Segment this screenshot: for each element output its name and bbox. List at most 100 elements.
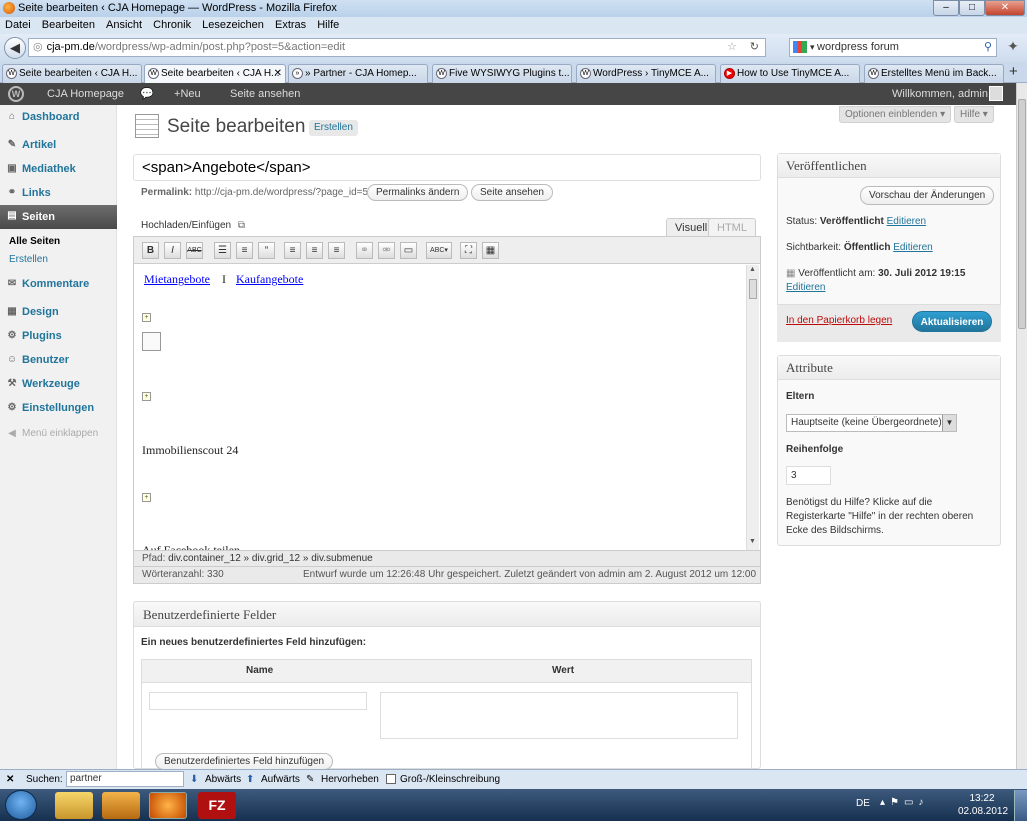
italic-icon[interactable]: I bbox=[164, 242, 181, 259]
custom-field-name-input[interactable] bbox=[149, 692, 367, 710]
back-button[interactable]: ◀ bbox=[4, 37, 26, 59]
search-bar[interactable]: ▾ wordpress forum ⚲ bbox=[789, 38, 997, 57]
filezilla-taskbar-icon[interactable]: FZ bbox=[198, 792, 236, 819]
bookmark-star-icon[interactable]: ☆ bbox=[727, 39, 737, 56]
add-new-button[interactable]: Erstellen bbox=[309, 120, 358, 136]
blockquote-icon[interactable]: “ bbox=[258, 242, 275, 259]
change-permalink-button[interactable]: Permalinks ändern bbox=[367, 184, 469, 201]
close-findbar-icon[interactable]: ✕ bbox=[6, 770, 14, 789]
edit-status-link[interactable]: Editieren bbox=[887, 216, 926, 227]
spellcheck-icon[interactable]: ABC▾ bbox=[426, 242, 452, 259]
add-custom-field-button[interactable]: Benutzerdefiniertes Feld hinzufügen bbox=[155, 753, 334, 770]
arrow-up-icon[interactable]: ⬆ bbox=[246, 770, 254, 789]
tab-6[interactable]: ▶ How to Use TinyMCE A... bbox=[720, 64, 860, 83]
bold-icon[interactable]: B bbox=[142, 242, 159, 259]
strikethrough-icon[interactable]: ABC bbox=[186, 242, 203, 259]
tray-icons[interactable]: ▴⚑▭♪ bbox=[880, 797, 928, 808]
collapse-menu-button[interactable]: ◀ Menü einklappen bbox=[0, 423, 117, 445]
menu-edit[interactable]: Bearbeiten bbox=[42, 17, 95, 34]
edit-date-link[interactable]: Editieren bbox=[786, 282, 825, 293]
new-tab-button[interactable]: + bbox=[1009, 63, 1018, 80]
close-tab-icon[interactable]: ✕ bbox=[274, 65, 282, 82]
sidebar-sub-create[interactable]: Erstellen bbox=[9, 254, 48, 265]
order-input[interactable]: 3 bbox=[786, 466, 831, 485]
windows-start-button[interactable] bbox=[5, 790, 37, 820]
avatar[interactable] bbox=[989, 86, 1003, 101]
sidebar-item-kommentare[interactable]: ✉ Kommentare bbox=[0, 273, 117, 295]
scroll-up-icon[interactable]: ▲ bbox=[749, 266, 756, 273]
menu-view[interactable]: Ansicht bbox=[106, 17, 142, 34]
link-kaufangebote[interactable]: Kaufangebote bbox=[236, 272, 303, 287]
tab-2-active[interactable]: W Seite bearbeiten ‹ CJA H... ✕ bbox=[144, 64, 286, 83]
numbered-list-icon[interactable]: ≡ bbox=[236, 242, 253, 259]
adminbar-site-name[interactable]: CJA Homepage bbox=[47, 83, 124, 105]
search-icon[interactable]: ⚲ bbox=[984, 39, 992, 56]
menu-tools[interactable]: Extras bbox=[275, 17, 306, 34]
post-title-input[interactable]: <span>Angebote</span> bbox=[133, 154, 761, 181]
sidebar-item-links[interactable]: ⚭ Links bbox=[0, 182, 117, 204]
align-center-icon[interactable]: ≡ bbox=[306, 242, 323, 259]
adminbar-view-page[interactable]: Seite ansehen bbox=[230, 83, 300, 105]
adminbar-welcome[interactable]: Willkommen, admin bbox=[892, 83, 988, 105]
tools-menu-icon[interactable]: ✦ bbox=[1003, 38, 1023, 57]
unlink-icon[interactable]: ⚮ bbox=[378, 242, 395, 259]
broken-image-icon[interactable]: + bbox=[142, 392, 151, 401]
url-bar[interactable]: ◎ cja-pm.de/wordpress/wp-admin/post.php?p… bbox=[28, 38, 766, 57]
insert-more-icon[interactable]: ▭ bbox=[400, 242, 417, 259]
page-scrollbar-thumb[interactable] bbox=[1018, 99, 1026, 329]
find-next-button[interactable]: Abwärts bbox=[205, 770, 241, 789]
sidebar-item-dashboard[interactable]: ⌂ Dashboard bbox=[0, 106, 117, 128]
editor-scrollbar[interactable]: ▲ ▼ bbox=[746, 265, 759, 550]
tab-1[interactable]: W Seite bearbeiten ‹ CJA H... bbox=[2, 64, 142, 83]
sidebar-item-design[interactable]: ▦ Design bbox=[0, 301, 117, 323]
attributes-title[interactable]: Attribute bbox=[778, 356, 1000, 380]
comment-bubble-icon[interactable]: 💬 bbox=[140, 83, 154, 105]
highlight-all-button[interactable]: Hervorheben bbox=[321, 770, 379, 789]
sidebar-item-seiten[interactable]: ▤ Seiten bbox=[0, 205, 117, 229]
maximize-button[interactable]: □ bbox=[959, 0, 985, 16]
align-left-icon[interactable]: ≡ bbox=[284, 242, 301, 259]
find-input[interactable]: partner bbox=[66, 771, 184, 787]
publish-title[interactable]: Veröffentlichen bbox=[778, 154, 1000, 178]
page-scrollbar[interactable] bbox=[1016, 83, 1027, 769]
editor-scroll-thumb[interactable] bbox=[749, 279, 757, 299]
search-engine-dropdown-icon[interactable]: ▾ bbox=[810, 42, 817, 52]
fullscreen-icon[interactable]: ⛶ bbox=[460, 242, 477, 259]
sidebar-item-artikel[interactable]: ✎ Artikel bbox=[0, 134, 117, 156]
show-desktop-button[interactable] bbox=[1014, 790, 1027, 821]
menu-bookmarks[interactable]: Lesezeichen bbox=[202, 17, 264, 34]
element-path[interactable]: div.container_12 » div.grid_12 » div.sub… bbox=[168, 553, 373, 564]
kitchen-sink-icon[interactable]: ▦ bbox=[482, 242, 499, 259]
sidebar-sub-all-pages[interactable]: Alle Seiten bbox=[9, 236, 60, 247]
sidebar-item-einstellungen[interactable]: ⚙ Einstellungen bbox=[0, 397, 117, 419]
media-player-taskbar-icon[interactable] bbox=[102, 792, 140, 819]
trash-link[interactable]: In den Papierkorb legen bbox=[786, 315, 892, 326]
tab-3[interactable]: »» Partner - CJA Homep... bbox=[288, 64, 428, 83]
align-right-icon[interactable]: ≡ bbox=[328, 242, 345, 259]
parent-select[interactable]: Hauptseite (keine Übergeordnete) ▼ bbox=[786, 414, 957, 432]
firefox-taskbar-icon[interactable] bbox=[149, 792, 187, 819]
custom-field-value-input[interactable] bbox=[380, 692, 738, 739]
taskbar-clock[interactable]: 13:22 02.08.2012 bbox=[958, 792, 1008, 818]
sidebar-item-werkzeuge[interactable]: ⚒ Werkzeuge bbox=[0, 373, 117, 395]
scroll-down-icon[interactable]: ▼ bbox=[749, 538, 756, 545]
sidebar-item-plugins[interactable]: ⚙ Plugins bbox=[0, 325, 117, 347]
editor-content[interactable]: Mietangebote I Kaufangebote + + Immobili… bbox=[133, 264, 761, 551]
menu-history[interactable]: Chronik bbox=[153, 17, 191, 34]
image-placeholder-icon[interactable] bbox=[142, 332, 161, 351]
tab-html[interactable]: HTML bbox=[708, 218, 756, 236]
menu-file[interactable]: Datei bbox=[5, 17, 31, 34]
sidebar-item-benutzer[interactable]: ☺ Benutzer bbox=[0, 349, 117, 371]
arrow-down-icon[interactable]: ⬇ bbox=[190, 770, 198, 789]
broken-image-icon[interactable]: + bbox=[142, 493, 151, 502]
menu-help[interactable]: Hilfe bbox=[317, 17, 339, 34]
match-case-checkbox[interactable] bbox=[386, 774, 396, 784]
update-button[interactable]: Aktualisieren bbox=[912, 311, 992, 332]
find-previous-button[interactable]: Aufwärts bbox=[261, 770, 300, 789]
preview-changes-button[interactable]: Vorschau der Änderungen bbox=[860, 186, 995, 205]
link-mietangebote[interactable]: Mietangebote bbox=[144, 272, 210, 287]
permalink-url[interactable]: http://cja-pm.de/wordpress/?page_id=5 bbox=[195, 187, 368, 198]
tab-7[interactable]: W Erstelltes Menü im Back... bbox=[864, 64, 1004, 83]
add-media-icon[interactable]: ⧉ bbox=[238, 220, 245, 231]
explorer-taskbar-icon[interactable] bbox=[55, 792, 93, 819]
